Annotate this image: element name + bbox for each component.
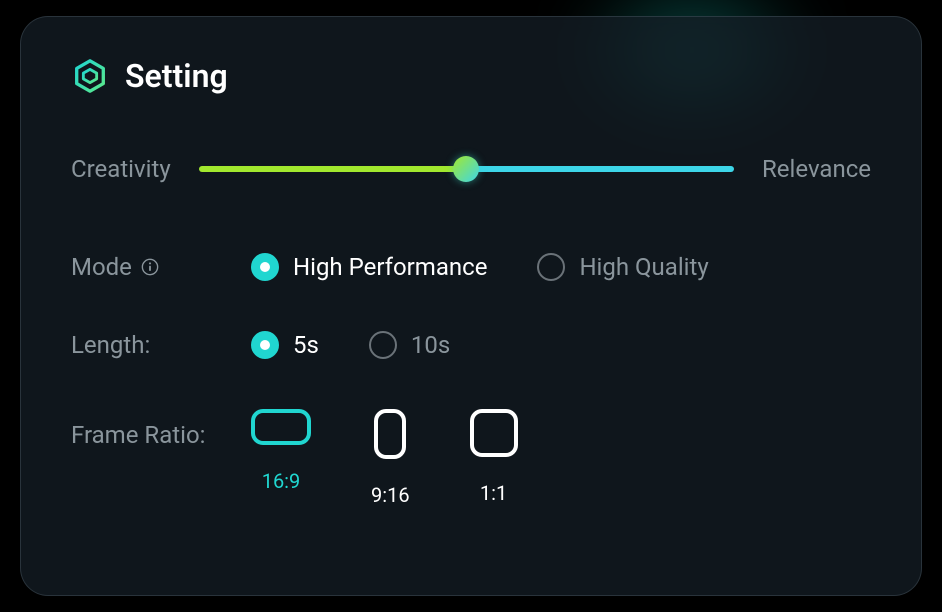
mode-option-high-quality[interactable]: High Quality xyxy=(537,253,708,281)
ratio-shape-icon xyxy=(470,409,518,457)
ratio-shape-icon xyxy=(251,409,311,445)
length-row: Length: 5s 10s xyxy=(71,331,871,359)
ratio-option-16-9[interactable]: 16:9 xyxy=(251,409,311,507)
ratio-label: 16:9 xyxy=(262,469,301,493)
ratio-label: 1:1 xyxy=(480,481,507,505)
settings-logo-icon xyxy=(71,57,109,95)
mode-radio-group: High Performance High Quality xyxy=(251,253,709,281)
mode-label: Mode xyxy=(71,253,251,281)
radio-icon xyxy=(537,253,565,281)
ratio-shape-icon xyxy=(374,409,406,459)
creativity-slider[interactable] xyxy=(199,166,734,172)
ratio-label: 9:16 xyxy=(371,483,410,507)
settings-panel: Setting Creativity Relevance Mode High P… xyxy=(20,16,922,596)
panel-title: Setting xyxy=(125,57,228,95)
radio-label: 10s xyxy=(411,331,450,359)
radio-icon xyxy=(251,253,279,281)
frame-ratio-row: Frame Ratio: 16:9 9:16 1:1 xyxy=(71,409,871,507)
radio-icon xyxy=(251,331,279,359)
info-icon[interactable] xyxy=(140,257,160,277)
radio-label: High Performance xyxy=(293,253,487,281)
frame-ratio-options: 16:9 9:16 1:1 xyxy=(251,409,518,507)
slider-thumb[interactable] xyxy=(453,156,479,182)
radio-label: 5s xyxy=(293,331,319,359)
radio-label: High Quality xyxy=(579,253,708,281)
ratio-option-1-1[interactable]: 1:1 xyxy=(470,409,518,507)
panel-header: Setting xyxy=(71,57,871,95)
length-option-10s[interactable]: 10s xyxy=(369,331,450,359)
length-radio-group: 5s 10s xyxy=(251,331,450,359)
length-option-5s[interactable]: 5s xyxy=(251,331,319,359)
creativity-relevance-slider-row: Creativity Relevance xyxy=(71,155,871,183)
slider-left-label: Creativity xyxy=(71,155,171,183)
ratio-option-9-16[interactable]: 9:16 xyxy=(371,409,410,507)
mode-option-high-performance[interactable]: High Performance xyxy=(251,253,487,281)
mode-row: Mode High Performance High Quality xyxy=(71,253,871,281)
frame-ratio-label: Frame Ratio: xyxy=(71,409,251,449)
slider-right-label: Relevance xyxy=(762,155,871,183)
length-label: Length: xyxy=(71,331,251,359)
radio-icon xyxy=(369,331,397,359)
